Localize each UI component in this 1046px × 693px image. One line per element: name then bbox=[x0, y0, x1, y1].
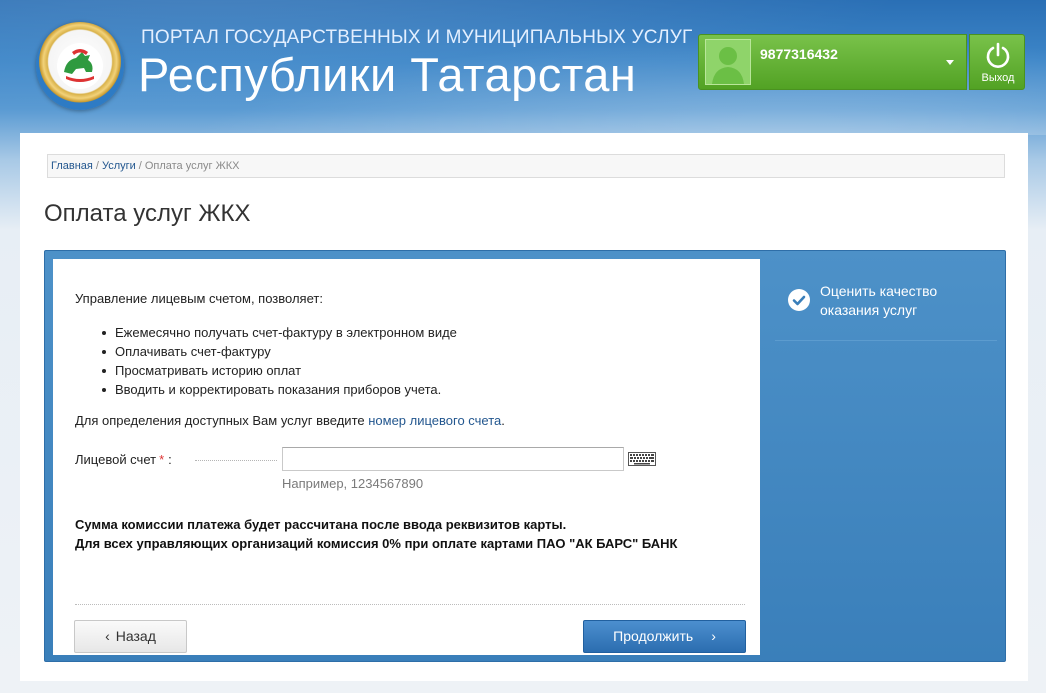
commission-line-2: Для всех управляющих организаций комисси… bbox=[75, 536, 678, 551]
user-avatar-icon bbox=[705, 39, 751, 85]
tatarstan-emblem-icon[interactable] bbox=[36, 22, 124, 110]
feature-item: Ежемесячно получать счет-фактуру в элект… bbox=[93, 323, 457, 342]
rate-service-link[interactable]: Оценить качество оказания услуг bbox=[775, 259, 997, 341]
feature-item: Вводить и корректировать показания прибо… bbox=[93, 380, 457, 399]
page-title: Оплата услуг ЖКХ bbox=[44, 200, 251, 227]
breadcrumb-services[interactable]: Услуги bbox=[102, 160, 136, 172]
logout-button[interactable]: Выход bbox=[969, 34, 1025, 90]
account-example: Например, 1234567890 bbox=[282, 476, 424, 491]
breadcrumb-separator: / bbox=[138, 160, 142, 172]
power-icon bbox=[986, 42, 1010, 68]
chevron-left-icon: ‹ bbox=[105, 628, 110, 644]
account-label-text: Лицевой счет bbox=[75, 452, 157, 467]
continue-button[interactable]: Продолжить › bbox=[583, 620, 746, 653]
form-divider bbox=[75, 604, 745, 605]
rate-service-label: Оценить качество оказания услуг bbox=[820, 283, 938, 318]
virtual-keyboard-icon[interactable] bbox=[628, 452, 656, 466]
breadcrumb-home[interactable]: Главная bbox=[51, 160, 93, 172]
account-number-link[interactable]: номер лицевого счета bbox=[368, 413, 501, 428]
commission-notice: Сумма комиссии платежа будет рассчитана … bbox=[75, 515, 745, 553]
hint-prefix: Для определения доступных Вам услуг введ… bbox=[75, 413, 369, 428]
user-phone: 9877316432 bbox=[760, 46, 838, 62]
hint-text: Для определения доступных Вам услуг введ… bbox=[75, 413, 505, 428]
logout-label: Выход bbox=[981, 72, 1015, 84]
required-mark: * bbox=[159, 452, 165, 467]
intro-text: Управление лицевым счетом, позволяет: bbox=[75, 291, 323, 306]
continue-button-label: Продолжить bbox=[613, 628, 694, 644]
chevron-right-icon: › bbox=[711, 628, 716, 644]
hint-suffix: . bbox=[501, 413, 505, 428]
label-leader-dots bbox=[195, 460, 277, 461]
check-circle-icon bbox=[788, 289, 810, 311]
feature-item: Оплачивать счет-фактуру bbox=[93, 342, 457, 361]
user-menu[interactable]: 9877316432 bbox=[698, 34, 967, 90]
commission-line-1: Сумма комиссии платежа будет рассчитана … bbox=[75, 517, 567, 532]
account-label: Лицевой счет *: bbox=[75, 452, 172, 467]
label-colon: : bbox=[168, 452, 172, 467]
breadcrumb: Главная / Услуги / Оплата услуг ЖКХ bbox=[47, 154, 1005, 178]
service-box: Управление лицевым счетом, позволяет: Еж… bbox=[44, 250, 1006, 662]
account-input[interactable] bbox=[282, 447, 624, 471]
breadcrumb-separator: / bbox=[95, 160, 99, 172]
main-panel: Главная / Услуги / Оплата услуг ЖКХ Оплата у… bbox=[20, 133, 1028, 681]
feature-item: Просматривать историю оплат bbox=[93, 361, 457, 380]
breadcrumb-current: Оплата услуг ЖКХ bbox=[144, 160, 240, 172]
site-header: ПОРТАЛ ГОСУДАРСТВЕННЫХ И МУНИЦИПАЛЬНЫХ У… bbox=[0, 0, 1046, 135]
back-button[interactable]: ‹ Назад bbox=[74, 620, 187, 653]
caret-down-icon[interactable] bbox=[946, 60, 954, 65]
feature-list: Ежемесячно получать счет-фактуру в элект… bbox=[93, 323, 457, 399]
back-button-label: Назад bbox=[115, 628, 156, 644]
portal-subtitle: ПОРТАЛ ГОСУДАРСТВЕННЫХ И МУНИЦИПАЛЬНЫХ У… bbox=[141, 27, 693, 48]
portal-title: Республики Татарстан bbox=[138, 48, 637, 101]
service-form: Управление лицевым счетом, позволяет: Еж… bbox=[53, 259, 760, 655]
